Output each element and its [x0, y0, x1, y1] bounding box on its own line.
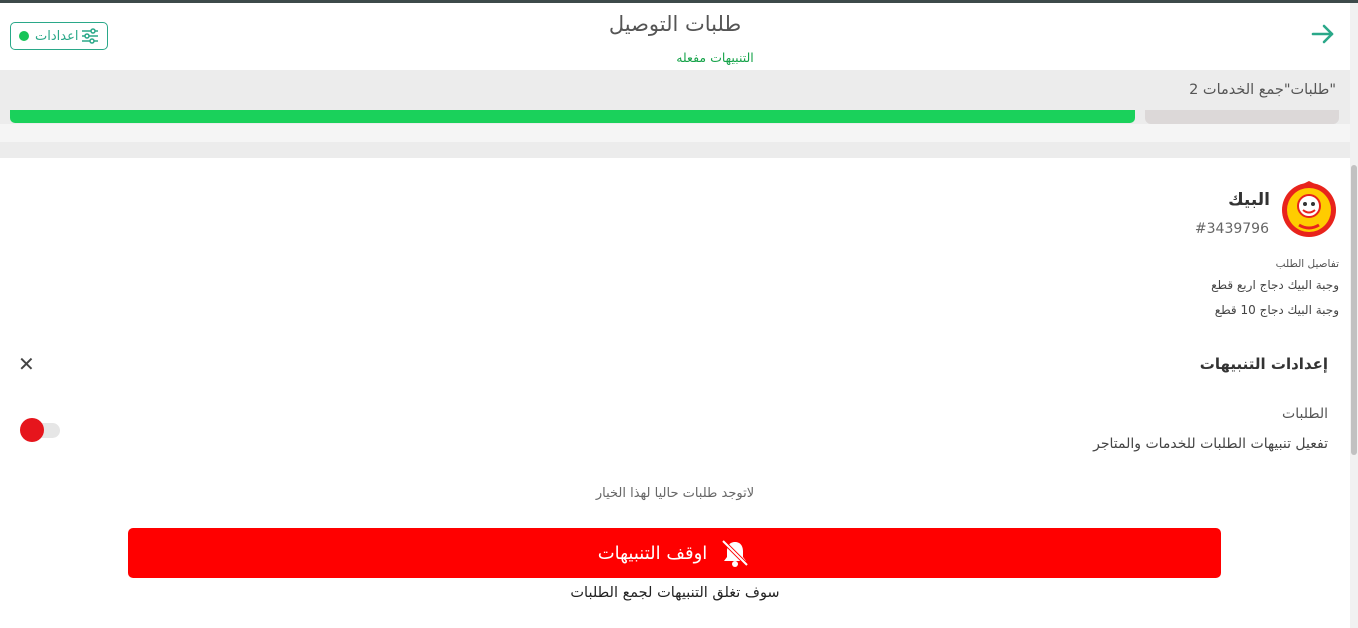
order-number: #3439796 — [1194, 221, 1269, 237]
arrow-right-icon[interactable] — [1310, 21, 1336, 47]
notification-settings-title: إعدادات التنبيهات — [1199, 355, 1328, 373]
orders-label: الطلبات — [1282, 406, 1328, 422]
restaurant-name: البيك — [1228, 190, 1270, 210]
stop-alerts-button[interactable]: اوقف التنبيهات — [128, 528, 1221, 578]
scrollbar-thumb[interactable] — [1351, 165, 1357, 455]
close-icon[interactable]: ✕ — [18, 354, 35, 374]
stop-alerts-label: اوقف التنبيهات — [597, 542, 708, 564]
bell-slash-icon — [721, 539, 749, 567]
page-title: طلبات التوصيل — [608, 12, 742, 36]
band-separator — [0, 124, 1350, 142]
order-item: وجبة البيك دجاج 10 قطع — [1214, 303, 1339, 317]
orders-alert-toggle[interactable] — [20, 418, 61, 442]
order-card[interactable]: البيك #3439796 تفاصيل الطلب وجبة البيك د… — [0, 158, 1350, 330]
tab-active[interactable] — [10, 110, 1135, 123]
footer-note: سوف تغلق التنبيهات لجمع الطلبات — [570, 585, 780, 601]
header: اعدادات طلبات التوصيل التنبيهات مفعله — [0, 3, 1350, 70]
restaurant-logo — [1282, 181, 1336, 237]
tab-inactive[interactable] — [1145, 110, 1339, 124]
service-tabs-band: "طلبات"جمع الخدمات 2 — [0, 70, 1350, 158]
order-details-label: تفاصيل الطلب — [1275, 258, 1339, 270]
toggle-knob — [20, 418, 44, 442]
service-title: "طلبات"جمع الخدمات 2 — [1189, 82, 1336, 98]
orders-description: تفعيل تنبيهات الطلبات للخدمات والمتاجر — [1093, 436, 1328, 452]
empty-state-message: لاتوجد طلبات حاليا لهذا الخيار — [595, 486, 755, 501]
alerts-status: التنبيهات مفعله — [676, 50, 754, 65]
order-item: وجبة البيك دجاج اربع قطع — [1211, 278, 1339, 292]
